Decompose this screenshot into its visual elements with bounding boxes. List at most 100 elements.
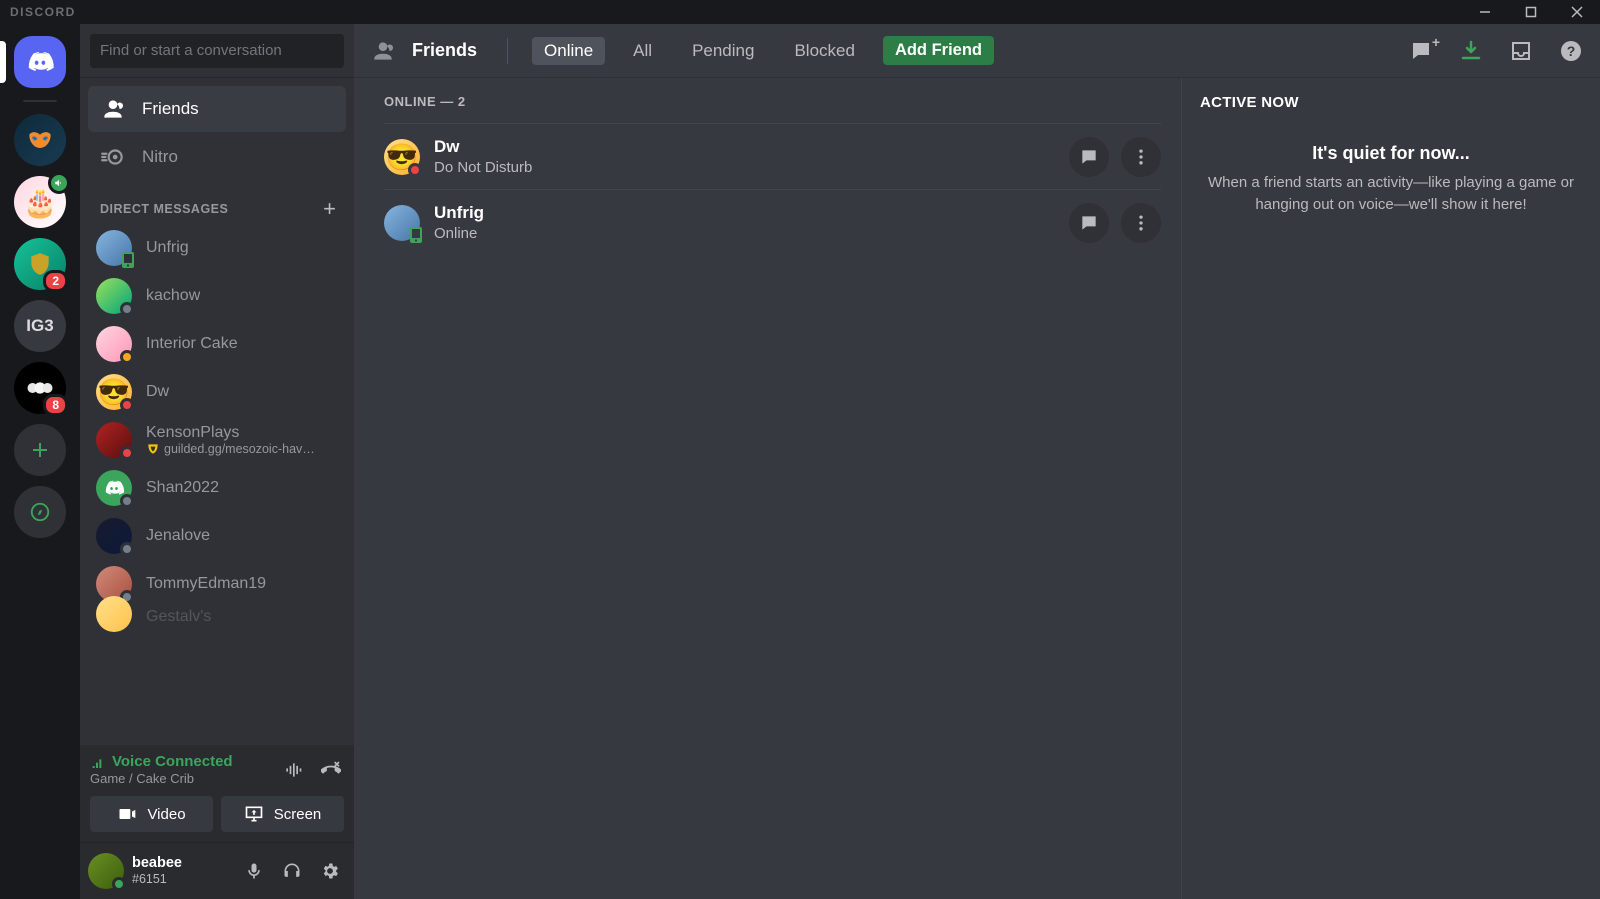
- more-button[interactable]: [1121, 137, 1161, 177]
- screen-share-button[interactable]: Screen: [221, 796, 344, 832]
- search-container: [80, 24, 354, 78]
- user-info[interactable]: beabee #6151: [132, 855, 230, 886]
- voice-channel-name[interactable]: Game / Cake Crib: [90, 771, 233, 786]
- dm-item[interactable]: Interior Cake: [88, 320, 346, 368]
- dm-item[interactable]: 😎 Dw: [88, 368, 346, 416]
- tab-blocked[interactable]: Blocked: [782, 37, 866, 65]
- window-minimize-button[interactable]: [1462, 0, 1508, 24]
- window-close-button[interactable]: [1554, 0, 1600, 24]
- deafen-button[interactable]: [276, 855, 308, 887]
- voice-status[interactable]: Voice Connected: [90, 753, 233, 770]
- dm-item[interactable]: Gestalv's: [88, 608, 346, 632]
- server-item-slot: [14, 114, 66, 166]
- server-mask[interactable]: [14, 114, 66, 166]
- noise-suppression-button[interactable]: [280, 757, 306, 783]
- status-dnd-icon: [120, 398, 134, 412]
- mask-icon: [24, 124, 56, 156]
- add-friend-button[interactable]: Add Friend: [883, 36, 994, 65]
- downloads-button[interactable]: [1458, 38, 1484, 64]
- disconnect-button[interactable]: [318, 757, 344, 783]
- speaker-icon: [54, 178, 64, 188]
- friend-row[interactable]: 😎 Dw Do Not Disturb: [384, 123, 1161, 189]
- active-now-column: ACTIVE NOW It's quiet for now... When a …: [1182, 78, 1600, 899]
- status-online-icon: [112, 877, 126, 891]
- plus-icon: +: [1432, 34, 1440, 50]
- status-mobile-online-icon: [121, 251, 135, 269]
- tab-pending[interactable]: Pending: [680, 37, 766, 65]
- status-idle-icon: [120, 350, 134, 364]
- friends-icon: [100, 96, 126, 122]
- user-avatar-wrap[interactable]: [88, 853, 124, 889]
- dm-item[interactable]: KensonPlays guilded.gg/mesozoic-hav…: [88, 416, 346, 464]
- explore-servers-button[interactable]: [14, 486, 66, 538]
- dm-scroll-area[interactable]: Friends Nitro DIRECT MESSAGES + Unfrig: [80, 78, 354, 745]
- friend-status: Do Not Disturb: [434, 159, 1055, 176]
- dm-name: Unfrig: [146, 239, 189, 257]
- dm-header-text: DIRECT MESSAGES: [100, 202, 228, 216]
- dm-item[interactable]: Jenalove: [88, 512, 346, 560]
- dm-item[interactable]: Unfrig: [88, 224, 346, 272]
- server-selection-pill: [0, 41, 6, 83]
- new-group-dm-button[interactable]: +: [1408, 38, 1434, 64]
- chat-bubble-icon: [1079, 147, 1099, 167]
- status-offline-icon: [120, 494, 134, 508]
- window-maximize-button[interactable]: [1508, 0, 1554, 24]
- dm-name: Dw: [146, 383, 169, 401]
- status-offline-icon: [120, 302, 134, 316]
- active-now-body: When a friend starts an activity—like pl…: [1200, 172, 1582, 216]
- tab-online[interactable]: Online: [532, 37, 605, 65]
- video-button-label: Video: [147, 806, 185, 823]
- titlebar: DISCORD: [0, 0, 1600, 24]
- message-button[interactable]: [1069, 137, 1109, 177]
- svg-text:?: ?: [1567, 43, 1576, 59]
- add-server-button[interactable]: [14, 424, 66, 476]
- dm-item[interactable]: kachow: [88, 272, 346, 320]
- search-input[interactable]: [90, 34, 344, 68]
- tab-all[interactable]: All: [621, 37, 664, 65]
- nav-nitro[interactable]: Nitro: [88, 134, 346, 180]
- soundwave-icon: [283, 760, 303, 780]
- window-controls: [1462, 0, 1600, 24]
- more-vertical-icon: [1131, 213, 1151, 233]
- video-icon: [117, 804, 137, 824]
- nav-friends-label: Friends: [142, 99, 199, 119]
- status-dnd-icon: [120, 446, 134, 460]
- inbox-button[interactable]: [1508, 38, 1534, 64]
- dm-item[interactable]: Shan2022: [88, 464, 346, 512]
- server-explore-slot: [14, 486, 66, 538]
- dm-name: Shan2022: [146, 479, 219, 497]
- server-ig3[interactable]: IG3: [14, 300, 66, 352]
- server-item-slot: 🎂: [14, 176, 66, 228]
- mute-button[interactable]: [238, 855, 270, 887]
- plus-icon: [28, 438, 52, 462]
- server-home[interactable]: [14, 36, 66, 88]
- settings-button[interactable]: [314, 855, 346, 887]
- signal-icon: [90, 754, 106, 770]
- new-dm-button[interactable]: +: [323, 200, 336, 218]
- chat-bubble-icon: [1409, 39, 1433, 63]
- nav-nitro-label: Nitro: [142, 147, 178, 167]
- nav-friends[interactable]: Friends: [88, 86, 346, 132]
- active-now-title: It's quiet for now...: [1200, 143, 1582, 164]
- server-item-slot: 2: [14, 238, 66, 290]
- more-button[interactable]: [1121, 203, 1161, 243]
- server-item-slot: IG3: [14, 300, 66, 352]
- friends-list-header: ONLINE — 2: [384, 94, 1161, 109]
- message-button[interactable]: [1069, 203, 1109, 243]
- video-button[interactable]: Video: [90, 796, 213, 832]
- topbar-divider: [507, 38, 508, 64]
- friend-row[interactable]: Unfrig Online: [384, 189, 1161, 255]
- dm-name: Jenalove: [146, 527, 210, 545]
- help-icon: ?: [1559, 39, 1583, 63]
- topbar: Friends Online All Pending Blocked Add F…: [354, 24, 1600, 78]
- dm-name: kachow: [146, 287, 200, 305]
- more-vertical-icon: [1131, 147, 1151, 167]
- help-button[interactable]: ?: [1558, 38, 1584, 64]
- dm-activity: guilded.gg/mesozoic-hav…: [146, 442, 315, 456]
- topbar-friends-label: Friends: [412, 40, 477, 61]
- status-dnd-icon: [408, 163, 422, 177]
- gear-icon: [320, 861, 340, 881]
- server-list: 🎂 2 IG3 8: [0, 24, 80, 899]
- dm-section-header: DIRECT MESSAGES +: [88, 182, 346, 224]
- inbox-icon: [1509, 39, 1533, 63]
